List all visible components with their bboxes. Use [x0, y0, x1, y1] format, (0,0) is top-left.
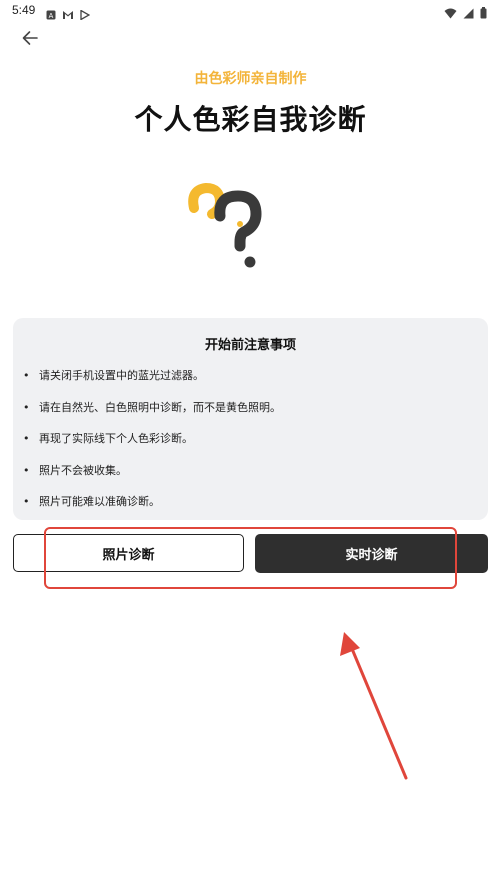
annotation-arrow-icon: [340, 632, 408, 780]
live-diagnosis-button[interactable]: 实时诊断: [255, 534, 488, 573]
question-mark-illustration: [184, 182, 268, 272]
list-item: • 再现了实际线下个人色彩诊断。: [23, 431, 478, 463]
back-button[interactable]: [16, 24, 44, 52]
page-title: 个人色彩自我诊断: [134, 103, 367, 136]
bullet-icon: •: [23, 463, 30, 477]
wifi-icon: [444, 4, 457, 23]
bullet-icon: •: [23, 432, 30, 445]
list-item: • 照片可能难以准确诊断。: [23, 494, 478, 526]
status-bar: 5:49 A: [0, 0, 501, 22]
bullet-icon: •: [23, 400, 30, 414]
status-right-icons: [444, 4, 487, 23]
list-item-text: 再现了实际线下个人色彩诊断。: [39, 432, 193, 445]
notes-list: • 请关闭手机设置中的蓝光过滤器。 • 请在自然光、白色照明中诊断，而不是黄色照明。…: [23, 368, 478, 526]
photo-diagnosis-button[interactable]: 照片诊断: [13, 534, 244, 572]
notes-card: 开始前注意事项 • 请关闭手机设置中的蓝光过滤器。 • 请在自然光、白色照明中诊断，…: [13, 318, 488, 520]
svg-text:A: A: [49, 13, 54, 20]
status-time: 5:49: [12, 3, 36, 17]
play-store-icon: [80, 5, 91, 21]
list-item-text: 请在自然光、白色照明中诊断，而不是黄色照明。: [39, 400, 281, 414]
battery-icon: [480, 4, 487, 23]
notification-a-icon: A: [46, 5, 56, 20]
question-mark-icon: [188, 182, 262, 268]
list-item-text: 照片可能难以准确诊断。: [39, 495, 160, 508]
list-item: • 请在自然光、白色照明中诊断，而不是黄色照明。: [23, 400, 478, 432]
page-subtitle: 由色彩师亲自制作: [194, 71, 307, 87]
gmail-icon: [62, 5, 73, 19]
arrow-left-icon: [22, 31, 38, 45]
bullet-icon: •: [23, 495, 30, 508]
signal-icon: [463, 4, 474, 23]
list-item: • 照片不会被收集。: [23, 463, 478, 495]
list-item-text: 照片不会被收集。: [39, 463, 127, 477]
list-item: • 请关闭手机设置中的蓝光过滤器。: [23, 368, 478, 400]
bullet-icon: •: [23, 369, 30, 382]
notes-title: 开始前注意事项: [204, 338, 296, 353]
list-item-text: 请关闭手机设置中的蓝光过滤器。: [39, 369, 204, 382]
